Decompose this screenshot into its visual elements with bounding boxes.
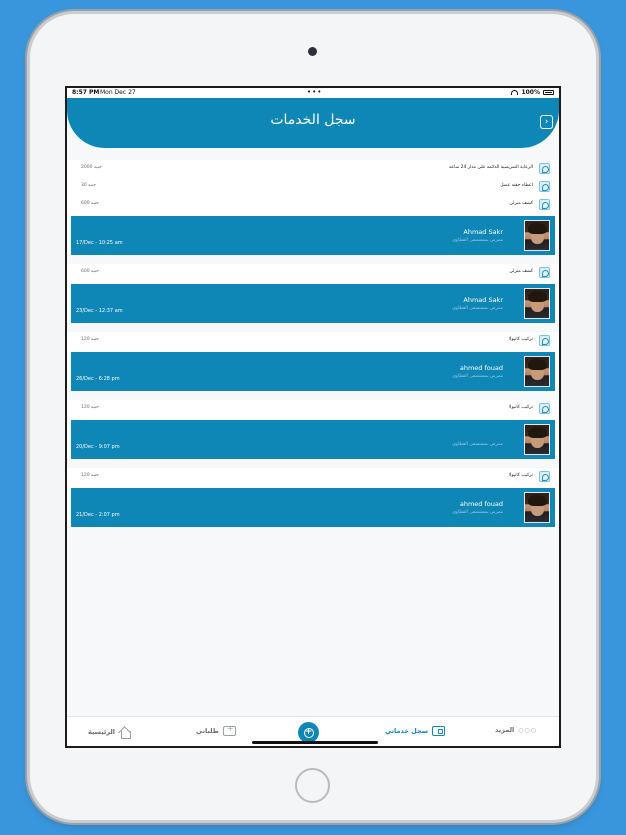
service-icon <box>539 267 550 278</box>
chevron-right-icon: › <box>544 116 549 127</box>
service-name: كشف منزلي <box>509 269 533 274</box>
provider-specialty: ممرض بمستشفى القطاوي <box>452 306 503 311</box>
provider-banner[interactable]: 20/Dec - 9:07 pm ممرض بمستشفى القطاوي <box>71 420 555 459</box>
multitasking-dots-icon[interactable]: ••• <box>307 88 322 96</box>
wifi-icon <box>511 90 519 95</box>
history-card[interactable]: 120 جنيه تركيب كانيولا 26/Dec - 6:28 pm ahm… <box>67 332 559 391</box>
tab-home-label: الرئيسية <box>88 728 116 736</box>
tab-home[interactable]: الرئيسية <box>88 726 132 739</box>
page-title: سجل الخدمات <box>270 112 356 128</box>
history-card[interactable]: 120 جنيه تركيب كانيولا 21/Dec - 2:07 pm ahm… <box>67 468 559 527</box>
status-bar: 8:57 PM Mon Dec 27 ••• 100% <box>67 88 559 98</box>
service-price: 2000 جنيه <box>81 165 102 170</box>
back-button[interactable]: › <box>540 115 553 129</box>
ipad-frame: 8:57 PM Mon Dec 27 ••• 100% سجل الخدمات … <box>30 14 596 820</box>
service-icon <box>539 181 550 192</box>
provider-specialty: ممرض بمستشفى القطاوي <box>452 374 503 379</box>
status-right: 100% <box>511 89 554 96</box>
service-row: 120 جنيه تركيب كانيولا <box>67 332 559 350</box>
tab-more-label: المزيد <box>495 726 515 734</box>
status-date: Mon Dec 27 <box>100 89 136 96</box>
provider-banner[interactable]: 21/Dec - 2:07 pm ahmed fouad ممرض بمستشفى … <box>71 488 555 527</box>
avatar <box>524 356 550 387</box>
plus-icon: + <box>303 726 314 738</box>
visit-date: 26/Dec - 6:28 pm <box>76 376 120 382</box>
service-name: تركيب كانيولا <box>508 337 533 342</box>
visit-date: 23/Dec - 12:37 am <box>76 308 123 314</box>
tab-history-label: سجل خدماتي <box>385 727 429 735</box>
service-icon <box>539 471 550 482</box>
service-price: 120 جنيه <box>81 405 99 410</box>
app-screen: 8:57 PM Mon Dec 27 ••• 100% سجل الخدمات … <box>65 86 561 748</box>
service-icon <box>539 335 550 346</box>
service-row: 120 جنيه تركيب كانيولا <box>67 468 559 486</box>
bottom-tab-bar: المزيد ○○○ سجل خدماتي + طلباتي الرئيسية <box>67 716 559 746</box>
provider-specialty: ممرض بمستشفى القطاوي <box>452 442 503 447</box>
provider-specialty: ممرض بمستشفى القطاوي <box>452 238 503 243</box>
service-row: 120 جنيه تركيب كانيولا <box>67 400 559 418</box>
service-price: 30 جنيه <box>81 183 97 188</box>
tab-orders-label: طلباتي <box>196 727 219 735</box>
tab-more[interactable]: المزيد ○○○ <box>495 726 537 734</box>
service-price: 120 جنيه <box>81 473 99 478</box>
history-card[interactable]: 2000 جنيه الرعاية التمريضية الدائمة علي م… <box>67 160 559 255</box>
provider-name: Ahmad Sakr <box>463 228 503 236</box>
avatar <box>524 424 550 455</box>
service-icon <box>539 403 550 414</box>
provider-banner[interactable]: 26/Dec - 6:28 pm ahmed fouad ممرض بمستشفى … <box>71 352 555 391</box>
service-row: 30 جنيه اعطاء حقنه عضل <box>67 178 559 196</box>
add-request-button[interactable]: + <box>298 722 319 743</box>
provider-name: ahmed fouad <box>459 364 503 372</box>
visit-date: 20/Dec - 9:07 pm <box>76 444 120 450</box>
provider-banner[interactable]: 17/Dec - 10:25 am Ahmad Sakr ممرض بمستشفى … <box>71 216 555 255</box>
avatar <box>524 288 550 319</box>
status-time: 8:57 PM <box>72 89 100 96</box>
service-name: اعطاء حقنه عضل <box>500 183 533 188</box>
service-history-list: 2000 جنيه الرعاية التمريضية الدائمة علي م… <box>67 148 559 718</box>
home-icon <box>119 726 132 739</box>
home-indicator <box>252 741 378 744</box>
visit-date: 21/Dec - 2:07 pm <box>76 512 120 518</box>
avatar <box>524 492 550 523</box>
service-row: 2000 جنيه الرعاية التمريضية الدائمة علي م… <box>67 160 559 178</box>
provider-name: ahmed fouad <box>459 500 503 508</box>
service-name: تركيب كانيولا <box>508 405 533 410</box>
service-name: كشف منزلي <box>509 201 533 206</box>
tab-service-history[interactable]: سجل خدماتي <box>385 726 446 736</box>
provider-specialty: ممرض بمستشفى القطاوي <box>452 510 503 515</box>
home-button[interactable] <box>295 768 330 803</box>
battery-icon <box>543 90 554 95</box>
tab-orders[interactable]: طلباتي <box>196 724 236 736</box>
service-icon <box>539 163 550 174</box>
service-row: 600 جنيه كشف منزلي <box>67 196 559 214</box>
battery-percent: 100% <box>521 89 540 96</box>
service-price: 600 جنيه <box>81 201 99 206</box>
avatar <box>524 220 550 251</box>
visit-date: 17/Dec - 10:25 am <box>76 240 123 246</box>
service-name: الرعاية التمريضية الدائمة علي مدار 24 سا… <box>449 165 533 170</box>
medical-bag-icon <box>222 724 236 736</box>
service-row: 600 جنيه كشف منزلي <box>67 264 559 282</box>
history-card[interactable]: 120 جنيه تركيب كانيولا 20/Dec - 9:07 pm ممر… <box>67 400 559 459</box>
history-card[interactable]: 600 جنيه كشف منزلي 23/Dec - 12:37 am Ahmad … <box>67 264 559 323</box>
page-header: سجل الخدمات › <box>67 98 559 148</box>
front-camera <box>308 47 317 56</box>
service-price: 120 جنيه <box>81 337 99 342</box>
wallet-icon <box>432 726 446 736</box>
service-price: 600 جنيه <box>81 269 99 274</box>
more-dots-icon: ○○○ <box>518 726 537 734</box>
provider-banner[interactable]: 23/Dec - 12:37 am Ahmad Sakr ممرض بمستشفى … <box>71 284 555 323</box>
service-name: تركيب كانيولا <box>508 473 533 478</box>
provider-name: Ahmad Sakr <box>463 296 503 304</box>
service-icon <box>539 199 550 210</box>
